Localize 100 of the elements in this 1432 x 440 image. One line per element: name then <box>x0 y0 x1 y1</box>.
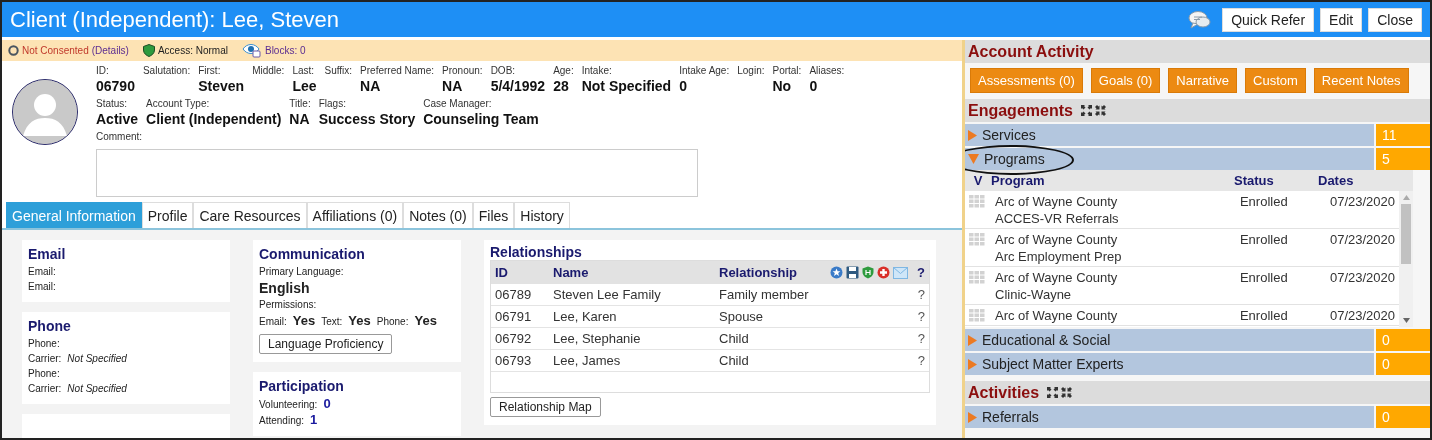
section-label: Referrals <box>982 409 1039 425</box>
chat-bubbles-icon[interactable] <box>1188 9 1213 30</box>
field-value: 0 <box>679 78 688 95</box>
field-label: Preferred Name: <box>360 65 435 78</box>
status-text: Enrolled <box>1239 193 1289 210</box>
status-text: Enrolled <box>1239 231 1289 248</box>
field-value: NA <box>289 111 311 128</box>
field-label: Last: <box>292 65 316 78</box>
column-header: ID <box>491 261 549 284</box>
column-header: Dates <box>1318 173 1354 188</box>
header-button[interactable]: Edit <box>1320 7 1363 32</box>
table-cell: Child <box>715 349 820 372</box>
window-title: Client (Independent): Lee, Steven <box>10 6 340 33</box>
expand-all-icon[interactable] <box>1047 387 1059 398</box>
consent-status: Not Consented <box>22 45 89 56</box>
card-title: Email <box>28 246 67 262</box>
field-value: Client (Independent) <box>146 111 282 128</box>
field-label: Email: <box>259 315 287 329</box>
section-row[interactable]: Programs <box>965 148 1374 170</box>
field-label: Primary Language: <box>259 265 345 279</box>
star-badge-icon[interactable] <box>830 266 844 279</box>
details-link[interactable]: (Details) <box>91 45 129 56</box>
field-value: Yes <box>348 312 371 330</box>
field-value: 5/4/1992 <box>490 78 546 95</box>
scrollbar[interactable] <box>1399 191 1413 327</box>
table-cell: Child <box>715 327 820 350</box>
tab[interactable]: History <box>514 202 570 228</box>
field-label: Attending: <box>259 414 305 428</box>
header-button[interactable]: Quick Refer <box>1222 7 1315 32</box>
collapse-all-icon[interactable] <box>1094 105 1106 116</box>
grid-icon[interactable] <box>969 271 985 284</box>
field-value: Steven <box>198 78 245 95</box>
expand-all-icon[interactable] <box>1080 105 1092 116</box>
field-label: Pronoun: <box>442 65 483 78</box>
ring-icon <box>8 45 19 56</box>
field-label: Login: <box>737 65 765 78</box>
section-row[interactable]: Educational & Social <box>965 329 1374 351</box>
table-cell: 06792 <box>491 327 549 350</box>
expand-triangle-icon[interactable] <box>968 129 977 141</box>
table-cell: 06793 <box>491 349 549 372</box>
section-row[interactable]: Subject Matter Experts <box>965 353 1374 375</box>
field-label: Phone: <box>376 315 409 329</box>
column-header: ? <box>917 265 925 280</box>
card-title: Phone <box>28 318 72 334</box>
header-button[interactable]: Close <box>1368 7 1422 32</box>
field-label: Middle: <box>252 65 285 78</box>
section-label: Services <box>982 127 1036 143</box>
field-label: Phone: <box>28 367 60 381</box>
relationship-map-button[interactable]: Relationship Map <box>490 397 601 417</box>
section-label: Subject Matter Experts <box>982 356 1124 372</box>
program-name: Clinic-Wayne <box>995 286 1073 303</box>
field-label: Account Type: <box>146 98 211 111</box>
program-name: ACCES-VR Referrals <box>995 210 1120 227</box>
grid-icon[interactable] <box>969 195 985 208</box>
grid-icon[interactable] <box>969 309 985 322</box>
field-label: Comment: <box>96 131 144 144</box>
section-row[interactable]: Services <box>965 124 1374 146</box>
section-title: Account Activity <box>968 42 1094 61</box>
expand-triangle-icon[interactable] <box>968 411 977 423</box>
tab[interactable]: Care Resources <box>193 202 307 228</box>
collapse-triangle-icon[interactable] <box>968 154 979 164</box>
medical-cross-icon[interactable] <box>877 266 891 279</box>
scroll-down-arrow-icon[interactable] <box>1402 318 1410 323</box>
field-value: 0 <box>809 78 819 95</box>
field-label: Case Manager: <box>423 98 493 111</box>
field-label: Age: <box>553 65 574 78</box>
count-badge: 0 <box>1376 329 1430 351</box>
field-value: Not Specified <box>581 78 672 95</box>
section-row[interactable]: Referrals <box>965 406 1374 428</box>
shield-icon[interactable] <box>862 266 875 279</box>
column-header: V <box>972 173 984 188</box>
field-value[interactable]: 0 <box>323 396 331 411</box>
section-title: Activities <box>968 383 1040 402</box>
field-value: NA <box>360 78 382 95</box>
table-cell: ? <box>819 284 929 306</box>
blocks-link[interactable]: Blocks: 0 <box>264 45 306 56</box>
collapse-all-icon[interactable] <box>1061 387 1073 398</box>
grid-icon[interactable] <box>969 233 985 246</box>
field-value: Counseling Team <box>423 111 539 128</box>
language-proficiency-button[interactable]: Language Proficiency <box>259 334 393 354</box>
column-header: Relationship <box>715 261 820 284</box>
expand-triangle-icon[interactable] <box>968 358 977 370</box>
status-text: Enrolled <box>1239 269 1289 286</box>
expand-triangle-icon[interactable] <box>968 334 977 346</box>
tab[interactable]: Notes (0) <box>403 202 473 228</box>
field-value: Not Specified <box>67 352 127 366</box>
table-cell: Lee, Karen <box>549 305 715 328</box>
table-cell: Lee, Stephanie <box>549 327 715 350</box>
tab[interactable]: Profile <box>141 202 194 228</box>
comment-field[interactable] <box>96 149 698 197</box>
tab[interactable]: Affiliations (0) <box>306 202 404 228</box>
status-text: Enrolled <box>1239 307 1289 324</box>
scroll-up-arrow-icon[interactable] <box>1402 195 1410 200</box>
column-header: Program <box>991 173 1046 188</box>
section-title: Engagements <box>968 101 1073 120</box>
tab[interactable]: Files <box>472 202 515 228</box>
field-label: Email: <box>28 265 57 279</box>
field-value: Yes <box>414 312 437 330</box>
field-label: Intake Age: <box>679 65 730 78</box>
field-value[interactable]: 1 <box>310 412 318 427</box>
